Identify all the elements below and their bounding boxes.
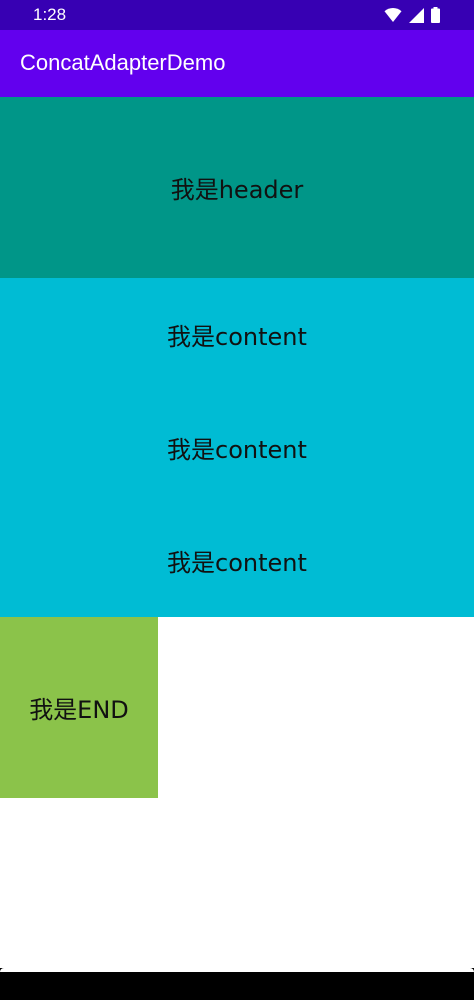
status-time: 1:28 [33, 5, 67, 24]
end-item[interactable]: 我是END [0, 617, 158, 798]
screen: 1:28 ConcatAdapterDemo 我是header 我是conten… [0, 0, 474, 1000]
recycler-list[interactable]: 我是header 我是content 我是content 我是content 我… [0, 97, 474, 798]
cellular-signal-icon [409, 7, 424, 23]
navigation-bar [0, 968, 474, 1000]
end-item-label: 我是END [29, 696, 129, 724]
app-bar: ConcatAdapterDemo [0, 30, 474, 97]
battery-icon [431, 7, 440, 23]
content-item-label: 我是content [167, 549, 307, 577]
app-title: ConcatAdapterDemo [20, 50, 226, 75]
content-item[interactable]: 我是content [0, 278, 474, 391]
content-item-label: 我是content [167, 436, 307, 464]
status-icons [384, 7, 440, 23]
header-item[interactable]: 我是header [0, 97, 474, 278]
status-bar: 1:28 [0, 0, 474, 30]
header-item-label: 我是header [170, 176, 304, 204]
content-item[interactable]: 我是content [0, 391, 474, 504]
navigation-handle[interactable] [0, 968, 474, 972]
content-item[interactable]: 我是content [0, 504, 474, 617]
wifi-icon [384, 8, 402, 22]
content-item-label: 我是content [167, 323, 307, 351]
